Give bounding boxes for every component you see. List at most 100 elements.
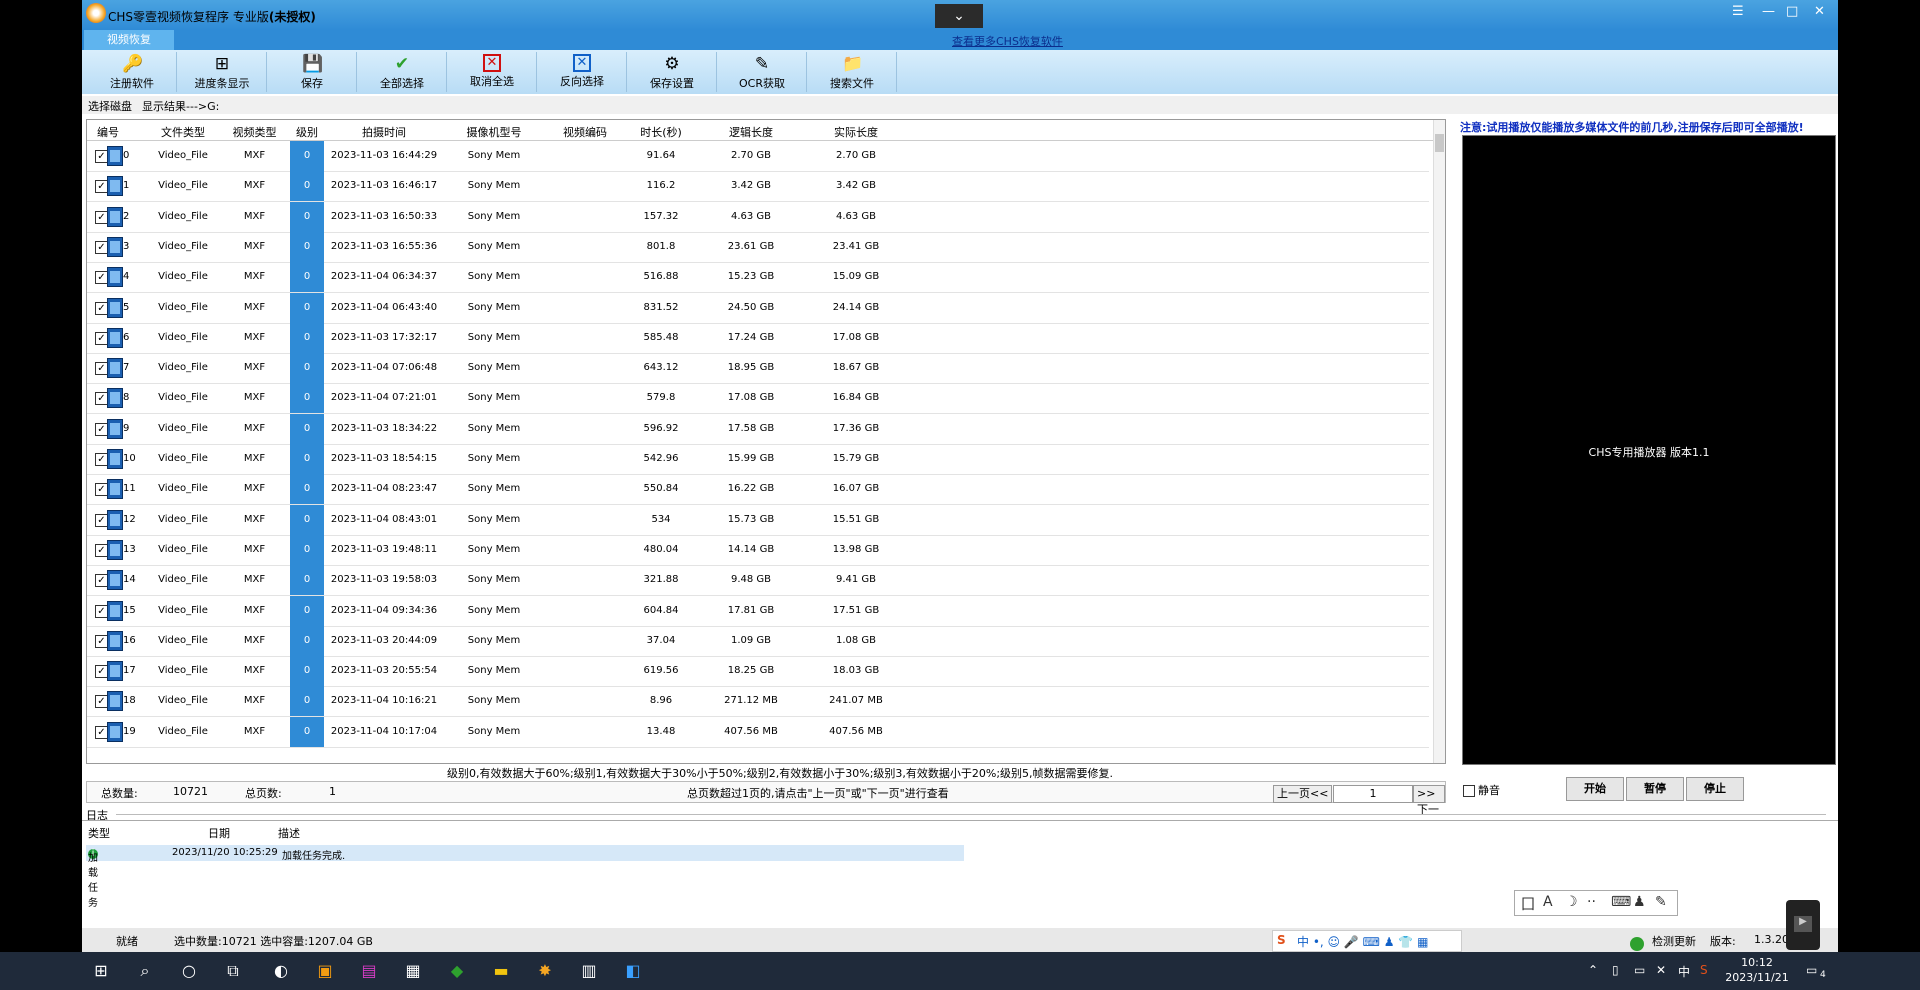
app-printer-icon[interactable]: ▦ [402, 961, 424, 981]
file-explorer-icon[interactable]: ▬ [490, 961, 512, 981]
table-row[interactable]: ✓ 0 14 Video_File MXF 2023-11-03 19:58:03 Sony… [87, 565, 1429, 597]
col-video-type[interactable]: 视频类型 [227, 124, 282, 140]
dots-icon[interactable]: ·· [1587, 894, 1596, 910]
col-file-type[interactable]: 文件类型 [153, 124, 213, 140]
table-scrollbar[interactable] [1433, 120, 1445, 763]
tab-select-disk[interactable]: 选择磁盘 [88, 98, 132, 114]
mute-checkbox[interactable]: 静音 [1463, 782, 1500, 798]
prev-page-button[interactable]: 上一页<< [1273, 785, 1333, 803]
start-button[interactable]: 开始 [1566, 777, 1624, 801]
table-row[interactable]: ✓ 0 9 Video_File MXF 2023-11-03 18:34:22 Sony … [87, 413, 1429, 445]
deselect-all-button[interactable]: ✕ 取消全选 [448, 52, 537, 92]
toolbox-icon[interactable]: 囗 [1521, 894, 1535, 914]
progress-display-button[interactable]: ⊞ 进度条显示 [178, 52, 267, 92]
ime-bar[interactable]: S 中 •, ☺ 🎤 ⌨ ♟ 👕 ▦ [1272, 930, 1462, 952]
video-file-icon [107, 661, 123, 682]
tray-network-icon[interactable]: ▭ [1634, 963, 1645, 977]
person-icon[interactable]: ♟ [1633, 894, 1646, 910]
table-row[interactable]: ✓ 0 5 Video_File MXF 2023-11-04 06:43:40 Sony … [87, 292, 1429, 324]
floating-widget[interactable]: ▶ [1786, 900, 1820, 950]
keyboard-icon[interactable]: ⌨ [1611, 894, 1631, 910]
moon-icon[interactable]: ☽ [1565, 894, 1578, 910]
tray-lang[interactable]: 中 [1678, 963, 1690, 980]
table-row[interactable]: ✓ 0 0 Video_File MXF 2023-11-03 16:44:29 Sony … [87, 141, 1429, 172]
table-row[interactable]: ✓ 0 2 Video_File MXF 2023-11-03 16:50:33 Sony … [87, 201, 1429, 233]
hex-editor-icon[interactable]: ▤ [358, 961, 380, 981]
taskbar: ⊞ ⌕ ○ ⧉ ◐ ▣ ▤ ▦ ◆ ▬ ✸ ▥ ◧ ⌃ ▯ ▭ ✕ 中 S 10… [0, 952, 1920, 990]
notification-icon[interactable]: ▭ [1806, 963, 1817, 977]
browser-icon[interactable]: ◐ [270, 961, 292, 981]
cell-id: 15 [123, 604, 136, 616]
tray-usb-icon[interactable]: ▯ [1612, 963, 1619, 977]
cell-actual-length: 241.07 MB [829, 695, 883, 707]
col-level[interactable]: 级别 [290, 124, 324, 140]
wrench-icon[interactable]: ✎ [1655, 894, 1667, 910]
app-g-icon[interactable]: ▣ [314, 961, 336, 981]
cell-camera-model: Sony Mem [467, 422, 521, 434]
minimize-button[interactable]: — [1762, 4, 1775, 19]
col-video-codec[interactable]: 视频编码 [549, 124, 621, 140]
cell-file-type: Video_File [158, 362, 208, 374]
tray-chevron-up-icon[interactable]: ⌃ [1588, 963, 1598, 977]
clock[interactable]: 10:12 2023/11/21 [1722, 955, 1792, 985]
register-button[interactable]: 🔑 注册软件 [88, 52, 177, 92]
table-row[interactable]: ✓ 0 10 Video_File MXF 2023-11-03 18:54:15 Sony… [87, 444, 1429, 475]
table-row[interactable]: ✓ 0 18 Video_File MXF 2023-11-04 10:16:21 Sony… [87, 686, 1429, 718]
stop-button[interactable]: 停止 [1686, 777, 1744, 801]
col-logical-length[interactable]: 逻辑长度 [701, 124, 801, 140]
invert-selection-button[interactable]: ✕ 反向选择 [538, 52, 627, 92]
search-files-button[interactable]: 📁 搜索文件 [808, 52, 897, 92]
tray-sogou-icon[interactable]: S [1700, 963, 1708, 977]
next-page-button[interactable]: >>下一页 [1413, 785, 1445, 832]
save-button[interactable]: 💾 保存 [268, 52, 357, 92]
table-row[interactable]: ✓ 0 3 Video_File MXF 2023-11-03 16:55:36 Sony … [87, 231, 1429, 263]
cell-shoot-time: 2023-11-04 07:21:01 [330, 392, 438, 404]
tray-volume-icon[interactable]: ✕ [1656, 963, 1666, 977]
table-row[interactable]: ✓ 0 6 Video_File MXF 2023-11-03 17:32:17 Sony … [87, 322, 1429, 354]
col-shoot-time[interactable]: 拍摄时间 [329, 124, 439, 140]
cell-camera-model: Sony Mem [467, 331, 521, 343]
video-file-icon [107, 539, 123, 560]
more-software-link[interactable]: 查看更多CHS恢复软件 [952, 33, 1063, 49]
tab-show-result[interactable]: 显示结果--->G: [142, 98, 219, 114]
table-row[interactable]: ✓ 0 8 Video_File MXF 2023-11-04 07:21:01 Sony … [87, 383, 1429, 415]
col-id[interactable]: 编号 [93, 124, 123, 140]
ocr-button[interactable]: ✎ OCR获取 [718, 52, 807, 92]
col-camera-model[interactable]: 摄像机型号 [439, 124, 549, 140]
chevron-down-icon[interactable]: ⌄ [935, 4, 983, 28]
col-duration[interactable]: 时长(秒) [621, 124, 701, 140]
save-settings-button[interactable]: ⚙ 保存设置 [628, 52, 717, 92]
search-icon[interactable]: ⌕ [134, 961, 156, 981]
table-row[interactable]: ✓ 0 7 Video_File MXF 2023-11-04 07:06:48 Sony … [87, 353, 1429, 385]
close-button[interactable]: ✕ [1814, 4, 1825, 19]
table-row[interactable]: ✓ 0 17 Video_File MXF 2023-11-03 20:55:54 Sony… [87, 656, 1429, 688]
calculator-icon[interactable]: ▥ [578, 961, 600, 981]
table-row[interactable]: ✓ 0 16 Video_File MXF 2023-11-03 20:44:09 Sony… [87, 625, 1429, 657]
menu-icon[interactable]: ☰ [1732, 4, 1744, 19]
maximize-button[interactable]: □ [1786, 4, 1798, 19]
table-row[interactable]: ✓ 0 1 Video_File MXF 2023-11-03 16:46:17 Sony … [87, 171, 1429, 203]
table-row[interactable]: ✓ 0 19 Video_File MXF 2023-11-04 10:17:04 Sony… [87, 716, 1429, 748]
pause-button[interactable]: 暂停 [1626, 777, 1684, 801]
scrollbar-thumb[interactable] [1435, 134, 1444, 152]
table-row[interactable]: ✓ 0 15 Video_File MXF 2023-11-04 09:34:36 Sony… [87, 595, 1429, 627]
table-row[interactable]: ✓ 0 4 Video_File MXF 2023-11-04 06:34:37 Sony … [87, 262, 1429, 294]
cortana-icon[interactable]: ○ [178, 961, 200, 981]
col-actual-length[interactable]: 实际长度 [801, 124, 911, 140]
windows-start-icon[interactable]: ⊞ [90, 961, 112, 981]
font-icon[interactable]: A [1543, 894, 1553, 910]
select-all-button[interactable]: ✔ 全部选择 [358, 52, 447, 92]
chs-recovery-taskbar-icon[interactable]: ✸ [534, 961, 556, 981]
tab-video-recovery[interactable]: 视频恢复 [84, 30, 174, 50]
page-number-input[interactable]: 1 [1333, 785, 1413, 803]
table-row[interactable]: ✓ 0 13 Video_File MXF 2023-11-03 19:48:11 Sony… [87, 534, 1429, 566]
table-row[interactable]: ✓ 0 12 Video_File MXF 2023-11-04 08:43:01 Sony… [87, 504, 1429, 536]
task-view-icon[interactable]: ⧉ [222, 961, 244, 981]
check-icon: ✔ [394, 54, 410, 74]
check-update-link[interactable]: 检测更新 [1652, 933, 1696, 949]
app-blue-icon[interactable]: ◧ [622, 961, 644, 981]
video-player[interactable]: CHS专用播放器 版本1.1 [1462, 135, 1836, 765]
table-row[interactable]: ✓ 0 11 Video_File MXF 2023-11-04 08:23:47 Sony… [87, 474, 1429, 506]
log-row[interactable]: i 加载任务 2023/11/20 10:25:29 加载任务完成. [86, 845, 964, 909]
app-green-icon[interactable]: ◆ [446, 961, 468, 981]
